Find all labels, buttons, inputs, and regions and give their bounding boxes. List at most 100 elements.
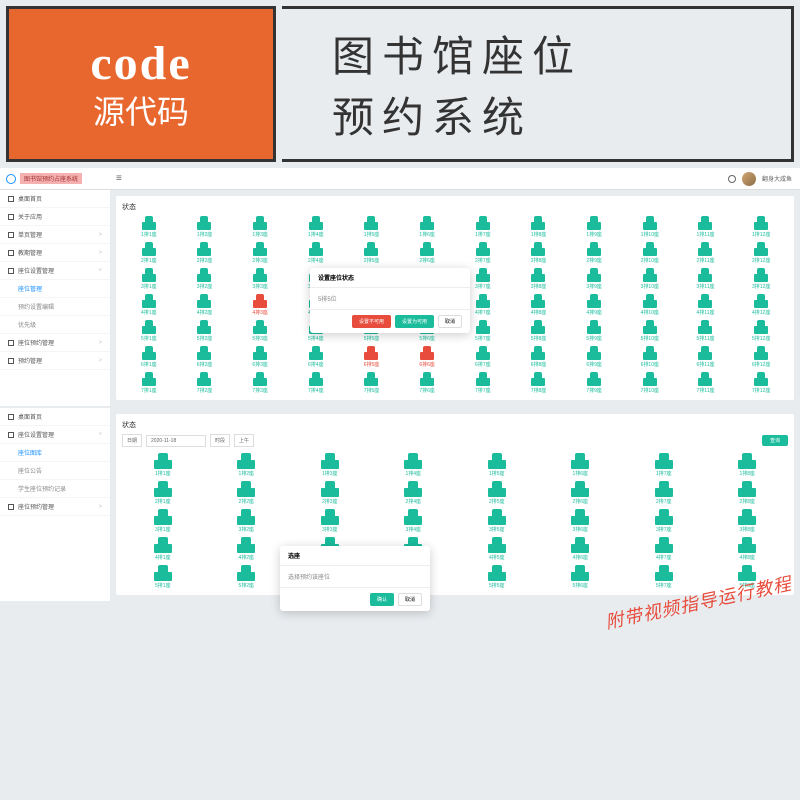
set-available-button[interactable]: 设置为可用: [395, 315, 434, 328]
seat[interactable]: 5排6座: [540, 565, 622, 589]
cancel-button[interactable]: 取消: [398, 593, 422, 606]
seat[interactable]: 4排6座: [540, 537, 622, 561]
seat[interactable]: 3排10座: [623, 268, 677, 290]
seat[interactable]: 5排7座: [623, 565, 705, 589]
seat[interactable]: 1排9座: [567, 216, 621, 238]
seat[interactable]: 4排5座: [456, 537, 538, 561]
seat[interactable]: 4排9座: [567, 294, 621, 316]
time-select[interactable]: 上午: [234, 434, 254, 447]
sidebar-item[interactable]: 座位公告: [0, 462, 110, 480]
seat[interactable]: 3排3座: [233, 268, 287, 290]
sidebar-item[interactable]: 座位预约管理˃: [0, 334, 110, 352]
seat[interactable]: 5排2座: [178, 320, 232, 342]
seat[interactable]: 5排11座: [679, 320, 733, 342]
seat[interactable]: 2排4座: [373, 481, 455, 505]
seat[interactable]: 6排12座: [734, 346, 788, 368]
sidebar-item[interactable]: 座位管理: [0, 280, 110, 298]
avatar[interactable]: [742, 172, 756, 186]
sidebar-item[interactable]: 座位设置管理˅: [0, 262, 110, 280]
seat[interactable]: 4排1座: [122, 294, 176, 316]
seat[interactable]: 2排5座: [345, 242, 399, 264]
seat[interactable]: 3排4座: [373, 509, 455, 533]
sidebar-item[interactable]: 预约设置编辑: [0, 298, 110, 316]
seat[interactable]: 4排8座: [707, 537, 789, 561]
sidebar-item[interactable]: 单页管理˃: [0, 226, 110, 244]
cancel-button[interactable]: 取消: [438, 315, 462, 328]
seat[interactable]: 5排9座: [567, 320, 621, 342]
seat[interactable]: 7排9座: [567, 372, 621, 394]
seat[interactable]: 3排7座: [623, 509, 705, 533]
seat[interactable]: 2排8座: [707, 481, 789, 505]
seat[interactable]: 3排2座: [178, 268, 232, 290]
seat[interactable]: 3排8座: [512, 268, 566, 290]
seat[interactable]: 3排5座: [456, 509, 538, 533]
seat[interactable]: 1排5座: [345, 216, 399, 238]
seat[interactable]: 5排5座: [456, 565, 538, 589]
seat[interactable]: 4排8座: [512, 294, 566, 316]
sidebar-item[interactable]: 桌面首页: [0, 190, 110, 208]
seat[interactable]: 6排2座: [178, 346, 232, 368]
date-input[interactable]: 2020-11-18: [146, 435, 206, 447]
seat[interactable]: 2排3座: [289, 481, 371, 505]
seat[interactable]: 6排6座: [400, 346, 454, 368]
seat[interactable]: 6排3座: [233, 346, 287, 368]
seat[interactable]: 2排9座: [567, 242, 621, 264]
hamburger-icon[interactable]: ≡: [116, 173, 122, 184]
seat[interactable]: 1排12座: [734, 216, 788, 238]
sidebar-item[interactable]: 座位图库: [0, 444, 110, 462]
seat[interactable]: 2排4座: [289, 242, 343, 264]
seat[interactable]: 7排4座: [289, 372, 343, 394]
seat[interactable]: 2排6座: [540, 481, 622, 505]
seat[interactable]: 3排9座: [567, 268, 621, 290]
seat[interactable]: 6排11座: [679, 346, 733, 368]
seat[interactable]: 4排10座: [623, 294, 677, 316]
seat[interactable]: 6排8座: [512, 346, 566, 368]
sidebar-item[interactable]: 预约管理˃: [0, 352, 110, 370]
seat[interactable]: 2排7座: [456, 242, 510, 264]
seat[interactable]: 1排6座: [400, 216, 454, 238]
seat[interactable]: 6排1座: [122, 346, 176, 368]
seat[interactable]: 7排2座: [178, 372, 232, 394]
seat[interactable]: 1排5座: [456, 453, 538, 477]
seat[interactable]: 5排1座: [122, 320, 176, 342]
seat[interactable]: 7排10座: [623, 372, 677, 394]
seat[interactable]: 1排4座: [373, 453, 455, 477]
seat[interactable]: 2排8座: [512, 242, 566, 264]
seat[interactable]: 2排2座: [206, 481, 288, 505]
seat[interactable]: 5排10座: [623, 320, 677, 342]
seat[interactable]: 3排6座: [540, 509, 622, 533]
seat[interactable]: 2排3座: [233, 242, 287, 264]
seat[interactable]: 1排10座: [623, 216, 677, 238]
seat[interactable]: 7排1座: [122, 372, 176, 394]
seat[interactable]: 7排6座: [400, 372, 454, 394]
seat[interactable]: 1排2座: [178, 216, 232, 238]
app-logo[interactable]: 图书馆预约占座系统: [0, 173, 110, 184]
sidebar-item[interactable]: 优先级: [0, 316, 110, 334]
seat[interactable]: 7排12座: [734, 372, 788, 394]
seat[interactable]: 6排5座: [345, 346, 399, 368]
seat[interactable]: 2排2座: [178, 242, 232, 264]
seat[interactable]: 5排3座: [233, 320, 287, 342]
sidebar-item[interactable]: 桌面首页: [0, 408, 110, 426]
query-button[interactable]: 查询: [762, 435, 788, 446]
seat[interactable]: 1排3座: [289, 453, 371, 477]
seat[interactable]: 5排2座: [206, 565, 288, 589]
seat[interactable]: 7排5座: [345, 372, 399, 394]
seat[interactable]: 2排12座: [734, 242, 788, 264]
seat[interactable]: 7排3座: [233, 372, 287, 394]
seat[interactable]: 5排8座: [512, 320, 566, 342]
seat[interactable]: 4排3座: [233, 294, 287, 316]
seat[interactable]: 1排8座: [512, 216, 566, 238]
seat[interactable]: 5排12座: [734, 320, 788, 342]
seat[interactable]: 2排1座: [122, 242, 176, 264]
seat[interactable]: 5排1座: [122, 565, 204, 589]
seat[interactable]: 2排1座: [122, 481, 204, 505]
sidebar-item[interactable]: 教期管理˃: [0, 244, 110, 262]
seat[interactable]: 2排7座: [623, 481, 705, 505]
seat[interactable]: 1排7座: [623, 453, 705, 477]
seat[interactable]: 3排12座: [734, 268, 788, 290]
seat[interactable]: 6排7座: [456, 346, 510, 368]
seat[interactable]: 3排1座: [122, 268, 176, 290]
seat[interactable]: 2排11座: [679, 242, 733, 264]
sidebar-item[interactable]: 座位设置管理˅: [0, 426, 110, 444]
